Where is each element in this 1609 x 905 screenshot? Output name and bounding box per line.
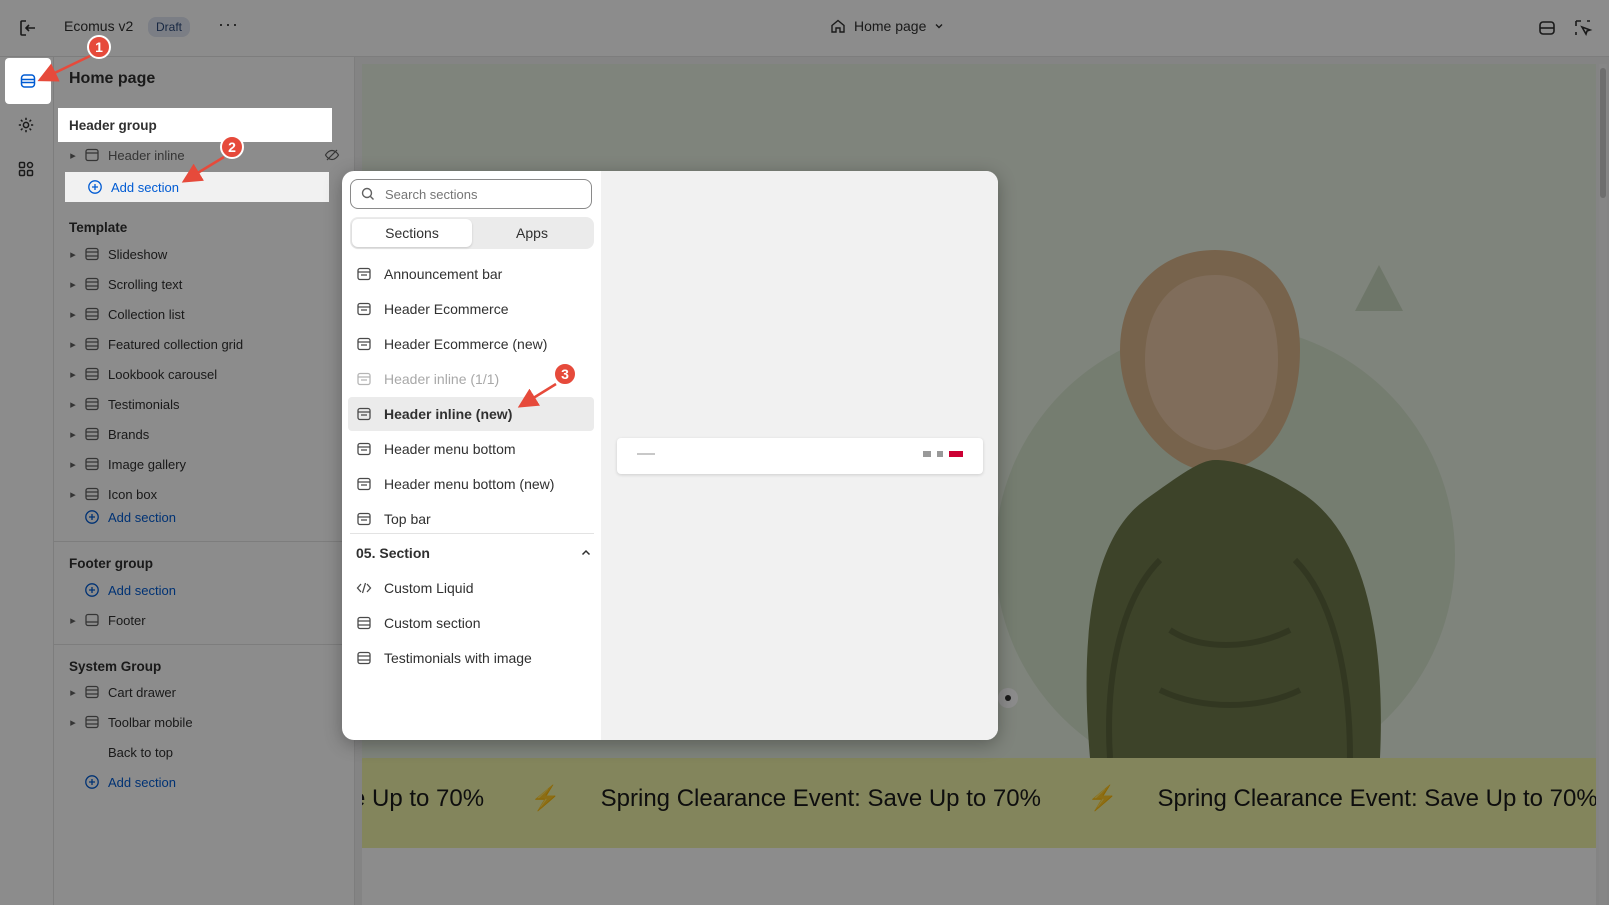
code-icon [356,582,372,594]
annotation-marker-3: 3 [553,362,577,386]
plus-circle-icon [88,180,102,194]
section-option-label: Top bar [384,511,431,527]
divider [350,533,594,534]
search-input[interactable] [383,185,587,203]
section-option[interactable]: Header Ecommerce (new) [348,327,594,361]
section-icon [357,512,371,526]
section-option[interactable]: Top bar [348,502,594,536]
section-icon [357,442,371,456]
section-icon [357,616,371,630]
search-icon [361,187,374,200]
testimonials-icon [357,651,371,665]
section-icon [357,372,371,386]
chevron-up-icon [581,549,591,556]
highlight-add-section-button[interactable]: Add section [65,172,329,202]
annotation-marker-1: 1 [87,35,111,59]
section-option-label: Testimonials with image [384,650,532,666]
add-section-popover: Sections Apps Announcement bar Header Eco… [342,171,998,740]
section-option[interactable]: Header Ecommerce [348,292,594,326]
highlight-sections-tab[interactable] [5,58,51,104]
search-field[interactable] [350,179,592,209]
tab-apps[interactable]: Apps [472,219,592,247]
highlight-header-group: Header group [58,108,332,142]
section-option-label: Header menu bottom (new) [384,476,555,492]
section-option-label: Header inline (1/1) [384,371,500,387]
section-icon [357,337,371,351]
section-option[interactable]: Testimonials with image [348,641,594,675]
section-option-label: Header Ecommerce (new) [384,336,548,352]
section-option[interactable]: Custom Liquid [348,571,594,605]
tab-sections[interactable]: Sections [352,219,472,247]
annotation-marker-2: 2 [220,135,244,159]
section-icon [357,407,371,421]
section-option-label: Custom Liquid [384,580,474,596]
section-option-label: Announcement bar [384,266,503,282]
section-icon [357,477,371,491]
category-title: 05. Section [356,545,430,561]
section-option[interactable]: Announcement bar [348,257,594,291]
sections-icon [20,74,36,88]
section-icon [357,267,371,281]
section-option[interactable]: Header menu bottom [348,432,594,466]
section-option[interactable]: Header menu bottom (new) [348,467,594,501]
popover-tabs: Sections Apps [350,217,594,249]
section-option-label: Header inline (new) [384,406,513,422]
section-preview-thumbnail [617,438,983,474]
section-option-label: Custom section [384,615,481,631]
section-option[interactable]: Header inline (new) [348,397,594,431]
section-option[interactable]: Custom section [348,606,594,640]
section-option-label: Header Ecommerce [384,301,509,317]
section-option-label: Header menu bottom [384,441,516,457]
section-icon [357,302,371,316]
category-header[interactable]: 05. Section [356,541,592,565]
add-section-label: Add section [111,179,179,195]
header-group-title: Header group [69,118,157,133]
